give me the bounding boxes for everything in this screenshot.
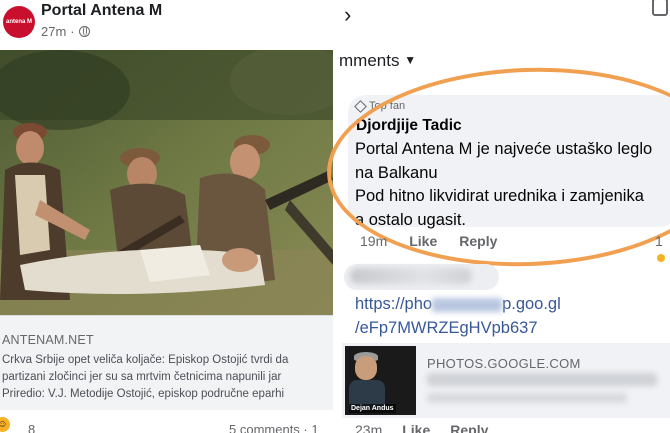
post-photo[interactable] bbox=[0, 50, 333, 315]
link-domain: ANTENAM.NET bbox=[2, 333, 94, 347]
reaction-count-value: 1 bbox=[655, 233, 663, 249]
blurred-author-name bbox=[344, 264, 499, 290]
link-preview-card[interactable]: ANTENAM.NET Crkva Srbije opet veliča kol… bbox=[0, 315, 333, 410]
reply-reply-button[interactable]: Reply bbox=[450, 422, 488, 433]
thumb-face bbox=[355, 356, 377, 380]
post-meta: 27m · bbox=[41, 24, 90, 39]
comments-filter-label: mments bbox=[339, 51, 400, 70]
link-line: partizani zločinci jer su sa mrtvim četn… bbox=[2, 371, 282, 383]
reaction-dot-icon bbox=[657, 254, 665, 262]
reactions-bar: ☺ 8 5 comments · 1 bbox=[0, 410, 333, 433]
chevron-down-icon: ▼ bbox=[404, 53, 417, 67]
comment-actions: 19m Like Reply bbox=[360, 233, 497, 249]
preview-thumbnail: Dejan Andus bbox=[345, 346, 416, 415]
post-time[interactable]: 27m bbox=[41, 24, 66, 39]
reply-button[interactable]: Reply bbox=[459, 233, 497, 249]
page-avatar[interactable]: antena M bbox=[3, 6, 35, 38]
comment-time[interactable]: 19m bbox=[360, 233, 387, 249]
post-photo-illustration bbox=[0, 50, 333, 315]
meta-separator: · bbox=[70, 24, 75, 39]
preview-domain: PHOTOS.GOOGLE.COM bbox=[427, 356, 581, 371]
thumb-caption: Dejan Andus bbox=[349, 404, 396, 413]
page-logo-text: antena M bbox=[5, 19, 32, 25]
reaction-count[interactable]: 8 bbox=[28, 422, 35, 433]
back-chevron-icon[interactable]: › bbox=[344, 2, 351, 28]
shared-link[interactable]: https://pho p.goo.gl /eFp7MWRZEgHVpb637 bbox=[355, 292, 561, 340]
url-blurred-part bbox=[432, 297, 503, 312]
reply-like-button[interactable]: Like bbox=[402, 422, 430, 433]
comments-filter[interactable]: mments ▼ bbox=[339, 51, 416, 71]
post-header: antena M Portal Antena M 27m · bbox=[0, 0, 333, 50]
link-description: Crkva Srbije opet veliča koljače: Episko… bbox=[2, 352, 333, 403]
shared-link-line-1: https://pho p.goo.gl bbox=[355, 292, 561, 316]
link-preview[interactable]: Dejan Andus PHOTOS.GOOGLE.COM bbox=[342, 343, 670, 418]
facebook-post: antena M Portal Antena M 27m · ANTENAM.N… bbox=[0, 0, 333, 433]
url-mid: pho bbox=[404, 295, 433, 313]
globe-icon bbox=[78, 26, 90, 37]
link-line: Crkva Srbije opet veliča koljače: Episko… bbox=[2, 354, 289, 366]
haha-reaction-icon: ☺ bbox=[0, 416, 11, 433]
comment-reaction-count[interactable]: 1 bbox=[655, 233, 670, 265]
diamond-icon bbox=[354, 99, 367, 113]
reply-time[interactable]: 23m bbox=[355, 422, 382, 433]
preview-subtitle-blurred bbox=[427, 393, 627, 403]
link-line: Priredio: V.J. Metodije Ostojić, episkop… bbox=[2, 388, 285, 400]
reply-actions: 23m Like Reply bbox=[355, 422, 488, 433]
thumbs-up-icon[interactable] bbox=[652, 0, 668, 16]
like-button[interactable]: Like bbox=[409, 233, 437, 249]
url-prefix: https:// bbox=[355, 295, 405, 313]
url-suffix: p.goo.gl bbox=[502, 295, 561, 313]
reaction-icons[interactable]: ☺ bbox=[0, 416, 11, 433]
preview-title-blurred bbox=[427, 373, 657, 386]
page-name[interactable]: Portal Antena M bbox=[41, 2, 162, 20]
shared-link-line-2: /eFp7MWRZEgHVpb637 bbox=[355, 319, 538, 337]
comment-count[interactable]: 5 comments · 1 bbox=[229, 422, 319, 433]
